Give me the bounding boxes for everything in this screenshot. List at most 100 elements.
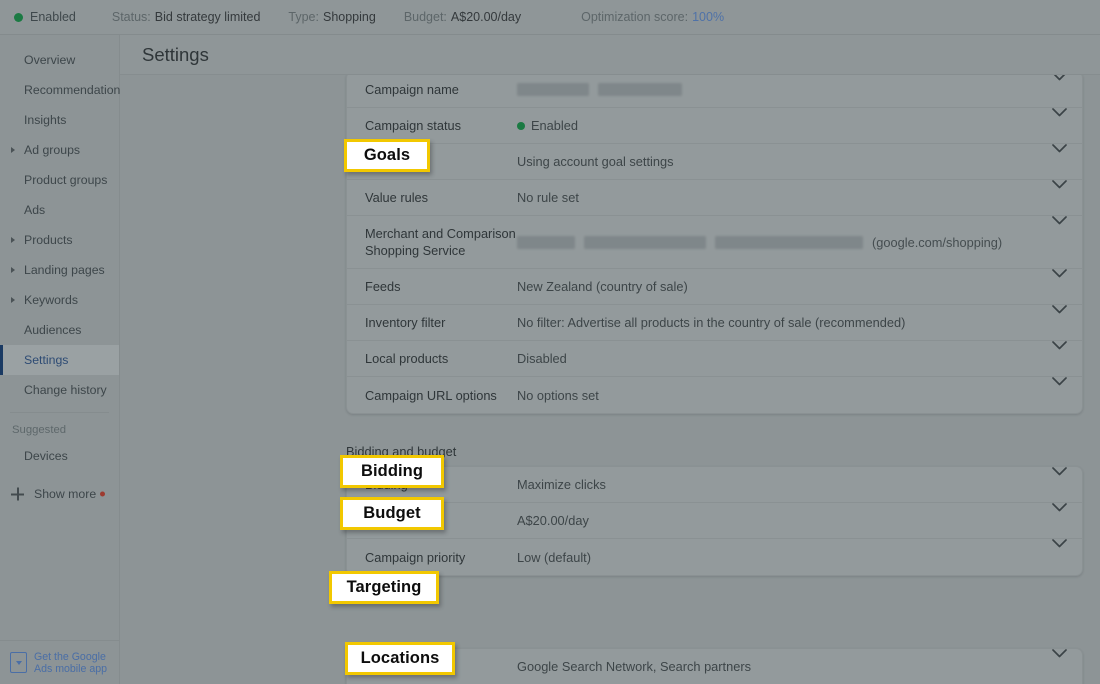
- optimization-score-value[interactable]: 100%: [692, 10, 724, 24]
- settings-row[interactable]: Inventory filter No filter: Advertise all…: [347, 305, 1082, 341]
- sidebar-item-label: Devices: [24, 449, 68, 463]
- sidebar-item-label: Audiences: [24, 323, 82, 337]
- settings-row-value-text: Low (default): [517, 549, 591, 565]
- sidebar-item-change-history[interactable]: Change history: [0, 375, 119, 405]
- campaign-settings-card: Campaign name Campaign status Enabled Goals…: [346, 75, 1083, 414]
- settings-row[interactable]: Campaign status Enabled: [347, 108, 1082, 144]
- sidebar-item-audiences[interactable]: Audiences: [0, 315, 119, 345]
- sidebar-item-product-groups[interactable]: Product groups: [0, 165, 119, 195]
- mobile-app-line1: Get the Google: [34, 650, 106, 663]
- settings-row-label: Merchant and Comparison Shopping Service: [365, 226, 516, 258]
- settings-content[interactable]: Campaign name Campaign status Enabled Goals…: [120, 75, 1100, 684]
- redacted-value-block: [517, 83, 589, 96]
- chevron-down-icon[interactable]: [1036, 341, 1082, 350]
- sidebar-item-landing-pages[interactable]: Landing pages: [0, 255, 119, 285]
- expand-caret-icon: [11, 237, 15, 243]
- expand-caret-icon: [11, 297, 15, 303]
- chevron-down-icon[interactable]: [1036, 539, 1082, 548]
- sidebar-show-more-button[interactable]: Show more: [0, 477, 119, 511]
- sidebar-divider: [10, 412, 109, 413]
- settings-row-value-text: Google Search Network, Search partners: [517, 659, 752, 674]
- sidebar-item-label: Recommendations: [24, 83, 127, 97]
- settings-row-value: No options set: [517, 378, 1036, 413]
- sidebar-item-insights[interactable]: Insights: [0, 105, 119, 135]
- settings-row[interactable]: Budget A$20.00/day: [347, 503, 1082, 539]
- mobile-phone-icon: [10, 652, 27, 673]
- settings-row-label: Campaign status: [365, 118, 462, 133]
- redacted-value-block: [517, 235, 575, 249]
- callout-label: Bidding: [360, 462, 424, 480]
- left-sidebar: Overview Recommendations Insights Ad groups…: [0, 35, 127, 684]
- callout-label: Locations: [360, 649, 440, 667]
- settings-row[interactable]: Merchant and Comparison Shopping Service…: [347, 216, 1082, 269]
- settings-row[interactable]: Value rules No rule set: [347, 180, 1082, 216]
- settings-row-value: Enabled: [517, 108, 1036, 143]
- callout-goals: Goals: [344, 139, 430, 172]
- optimization-score-label: Optimization score:: [581, 10, 689, 24]
- sidebar-item-overview[interactable]: Overview: [0, 45, 119, 75]
- type-field-label: Type:: [288, 10, 319, 24]
- sidebar-item-recommendations[interactable]: Recommendations: [0, 75, 127, 105]
- chevron-down-icon[interactable]: [1036, 503, 1082, 512]
- budget-field-value: A$20.00/day: [450, 10, 522, 24]
- sidebar-item-settings[interactable]: Settings: [0, 345, 119, 375]
- settings-row-label: Inventory filter: [365, 315, 446, 330]
- settings-row-label: Feeds: [365, 279, 401, 294]
- notification-dot-icon: [100, 491, 105, 497]
- campaign-status-bar: Enabled Status: Bid strategy limited Typ…: [0, 0, 1100, 35]
- settings-row-label: Value rules: [365, 190, 429, 205]
- settings-row-value-text: No options set: [517, 387, 599, 403]
- sidebar-item-devices[interactable]: Devices: [0, 441, 119, 471]
- settings-row-value-text: Disabled: [517, 351, 567, 366]
- expand-caret-icon: [11, 267, 15, 273]
- settings-row-value: No rule set: [517, 180, 1036, 215]
- settings-row-value: Google Search Network, Search partners: [517, 649, 1036, 684]
- sidebar-group-label-suggested: Suggested: [12, 424, 67, 436]
- chevron-down-icon[interactable]: [1036, 75, 1082, 81]
- chevron-down-icon[interactable]: [1036, 649, 1082, 658]
- chevron-down-icon[interactable]: [1036, 269, 1082, 278]
- sidebar-item-label: Insights: [24, 113, 67, 127]
- settings-row[interactable]: Local products Disabled: [347, 341, 1082, 377]
- settings-row[interactable]: Campaign priority Low (default): [347, 539, 1082, 575]
- sidebar-item-keywords[interactable]: Keywords: [0, 285, 119, 315]
- sidebar-item-label: Settings: [24, 353, 69, 367]
- chevron-down-icon[interactable]: [1036, 377, 1082, 386]
- settings-row[interactable]: BiddingMaximize clicks: [347, 467, 1082, 503]
- settings-row[interactable]: Campaign name: [347, 75, 1082, 108]
- settings-row-value: [517, 75, 1036, 105]
- sidebar-item-label: Product groups: [24, 173, 108, 187]
- sidebar-nav: Overview Recommendations Insights Ad groups…: [0, 35, 127, 511]
- sidebar-item-label: Overview: [24, 53, 76, 67]
- settings-row[interactable]: Campaign URL options No options set: [347, 377, 1082, 413]
- enabled-status-dot: [517, 121, 525, 130]
- callout-targeting: Targeting: [329, 571, 439, 604]
- type-field-value: Shopping: [322, 10, 376, 24]
- settings-row[interactable]: NetworksGoogle Search Network, Search pa…: [347, 649, 1082, 684]
- budget-field-label: Budget:: [403, 10, 447, 24]
- settings-row-value: Using account goal settings: [517, 144, 1036, 179]
- sidebar-item-label: Change history: [24, 383, 107, 397]
- budget-field: Budget: A$20.00/day: [404, 10, 521, 24]
- redacted-value-block: [715, 235, 863, 249]
- chevron-down-icon[interactable]: [1036, 108, 1082, 117]
- chevron-down-icon[interactable]: [1036, 216, 1082, 225]
- enabled-label: Enabled: [30, 10, 76, 24]
- chevron-down-icon[interactable]: [1036, 144, 1082, 153]
- sidebar-item-ad-groups[interactable]: Ad groups: [0, 135, 119, 165]
- settings-row-value: Disabled: [517, 341, 1036, 376]
- chevron-down-icon[interactable]: [1036, 305, 1082, 314]
- settings-row[interactable]: Goals Using account goal settings: [347, 144, 1082, 180]
- settings-row-value: New Zealand (country of sale): [517, 269, 1036, 304]
- mobile-app-promo[interactable]: Get the Google Ads mobile app: [0, 640, 119, 684]
- page-title: Settings: [142, 43, 209, 65]
- redacted-value-block: [598, 83, 682, 96]
- settings-row[interactable]: Feeds New Zealand (country of sale): [347, 269, 1082, 305]
- settings-row-value-text: No rule set: [517, 190, 579, 205]
- sidebar-item-ads[interactable]: Ads: [0, 195, 119, 225]
- settings-row-value-text: No filter: Advertise all products in the…: [517, 315, 906, 330]
- callout-bidding: Bidding: [340, 455, 444, 488]
- chevron-down-icon[interactable]: [1036, 467, 1082, 476]
- sidebar-item-products[interactable]: Products: [0, 225, 119, 255]
- chevron-down-icon[interactable]: [1036, 180, 1082, 189]
